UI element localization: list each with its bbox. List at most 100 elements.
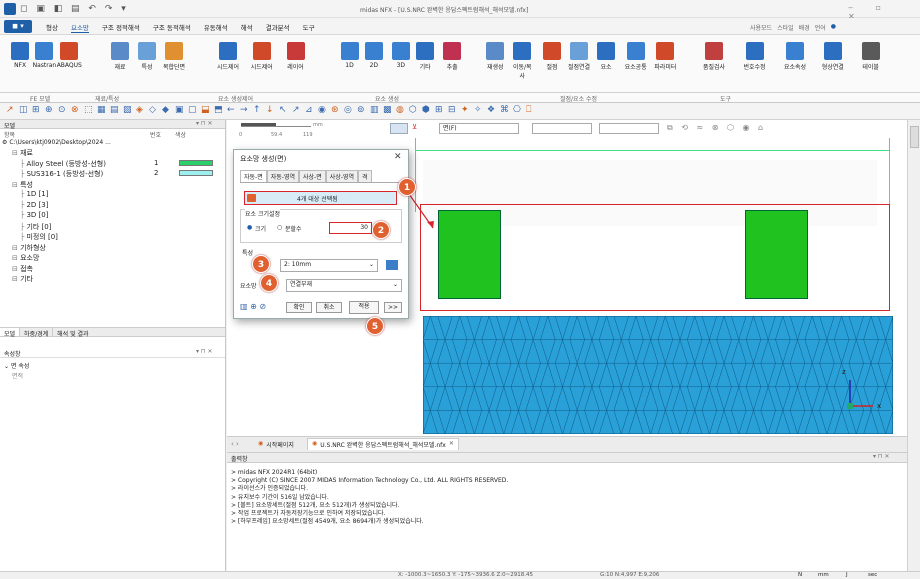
toolbar-icon-17[interactable]: ← — [227, 105, 235, 115]
select-tools-icons[interactable]: ⧉ ⟲ ≈ ⊗ ⬡ ◉ ⌂ — [667, 123, 766, 133]
toolbar-icon-13[interactable]: ▣ — [175, 105, 184, 115]
dialog-tab-4[interactable]: 격 — [357, 170, 372, 182]
dialog-tab-3[interactable]: 사상-영역 — [325, 170, 358, 182]
ribbon-button-16[interactable]: 절점 — [540, 40, 564, 71]
toolbar-icon-40[interactable]: ⎕ — [526, 105, 531, 115]
ribbon-button-14[interactable]: 재생성 — [483, 40, 507, 71]
green-block-left[interactable] — [438, 210, 501, 299]
ribbon-button-22[interactable]: 번호수정 — [743, 40, 767, 71]
toolbar-icon-19[interactable]: ↑ — [253, 105, 261, 115]
toolbar-icon-25[interactable]: ⊛ — [331, 105, 339, 115]
toolbar-icon-14[interactable]: ▢ — [188, 105, 197, 115]
ribbon-button-25[interactable]: 테이블 — [859, 40, 883, 71]
tree-item[interactable]: ⊟ 접촉 — [4, 264, 33, 274]
prop-combo[interactable]: 2: 10mm ⌄ — [280, 259, 378, 272]
dialog-tab-1[interactable]: 자동-영역 — [266, 170, 299, 182]
mesh-region[interactable] — [423, 316, 893, 434]
ribbon-button-0[interactable]: NFX — [8, 40, 32, 69]
tree-item[interactable]: ├ SUS316-1 (등방성-선형) — [4, 169, 103, 179]
quick-access-toolbar[interactable]: ◻ ▣ ◧ ▤ ↶ ↷ ▾ — [20, 4, 129, 14]
ribbon-button-8[interactable]: 레이어 — [284, 40, 308, 71]
toolbar-icon-39[interactable]: ⎔ — [513, 105, 521, 115]
radio-size[interactable]: ● — [247, 224, 252, 231]
toolbar-icon-24[interactable]: ◉ — [318, 105, 326, 115]
tree-item[interactable]: ⊟ 기하형상 — [4, 243, 46, 253]
toolbar-icon-18[interactable]: → — [240, 105, 248, 115]
tree-item[interactable]: ├ 1D [1] — [4, 190, 48, 198]
ribbon-button-2[interactable]: ABAQUS — [57, 40, 82, 69]
ribbon-button-15[interactable]: 이동/복사 — [510, 40, 534, 80]
apply-button[interactable]: 적용 — [349, 301, 379, 314]
toolbar-icon-35[interactable]: ✦ — [461, 105, 469, 115]
toolbar-icon-32[interactable]: ⬢ — [422, 105, 430, 115]
ribbon-button-7[interactable]: 시드제어 — [250, 40, 274, 71]
toolbar-icon-1[interactable]: ◫ — [19, 105, 28, 115]
menu-tab-7[interactable]: 도구 — [303, 22, 315, 33]
toolbar-icon-23[interactable]: ⊿ — [305, 105, 313, 115]
ribbon-button-12[interactable]: 기타 — [413, 40, 437, 71]
more-button[interactable]: >> — [384, 302, 402, 313]
material-color-swatch[interactable] — [179, 170, 213, 176]
help-icon[interactable]: ● — [831, 23, 836, 32]
props-controls-icon[interactable]: ▾ ⊓ ✕ — [196, 348, 213, 355]
unit-energy[interactable]: J — [846, 572, 848, 578]
mesh-name-combo[interactable]: 연결부재 ⌄ — [286, 279, 402, 292]
toolbar-icon-3[interactable]: ⊕ — [45, 105, 53, 115]
selection-button[interactable]: 4개 대상 선택됨 — [244, 191, 397, 205]
toolbar-icon-6[interactable]: ⬚ — [84, 105, 93, 115]
tab-loads[interactable]: 하중/경계 — [20, 328, 54, 338]
ribbon-button-6[interactable]: 시드제어 — [216, 40, 240, 71]
toolbar-icon-30[interactable]: ◍ — [396, 105, 404, 115]
ribbon-button-4[interactable]: 특성 — [135, 40, 159, 71]
green-block-right[interactable] — [745, 210, 808, 299]
ribbon-button-23[interactable]: 요소속성 — [783, 40, 807, 71]
toolbar-icon-27[interactable]: ⊚ — [357, 105, 365, 115]
cancel-button[interactable]: 취소 — [316, 302, 342, 313]
ribbon-button-19[interactable]: 요소공통 — [624, 40, 648, 71]
close-icon[interactable]: ✕ — [394, 152, 402, 162]
tab-analysis[interactable]: 해석 및 결과 — [53, 328, 92, 338]
ok-button[interactable]: 확인 — [286, 302, 312, 313]
toolbar-icon-20[interactable]: ↓ — [266, 105, 274, 115]
ribbon-button-10[interactable]: 2D — [362, 40, 386, 69]
toolbar-icon-4[interactable]: ⊙ — [58, 105, 66, 115]
filter-combo-3[interactable] — [599, 123, 659, 134]
toolbar-icon-0[interactable]: ↗ — [6, 105, 14, 115]
ribbon-button-18[interactable]: 요소 — [594, 40, 618, 71]
dialog-tab-2[interactable]: 사상-면 — [298, 170, 326, 182]
unit-force[interactable]: N — [798, 572, 802, 578]
tree-item[interactable]: ├ 미정의 [0] — [4, 232, 58, 242]
toolbar-icon-31[interactable]: ⬡ — [409, 105, 417, 115]
model-path[interactable]: ⚙ C:\Users\ktj0902\Desktop\2024 ... — [2, 139, 111, 146]
filter-combo-2[interactable] — [532, 123, 592, 134]
tab-nav-icon[interactable]: ‹ › — [231, 440, 239, 448]
toolbar-icon-29[interactable]: ▩ — [383, 105, 392, 115]
tree-item[interactable]: ├ 3D [0] — [4, 211, 48, 219]
panel-controls-icon[interactable]: ▾ ⊓ ✕ — [196, 120, 213, 127]
ribbon-button-21[interactable]: 품질검사 — [702, 40, 726, 71]
menu-tab-1[interactable]: 요소망 — [70, 22, 89, 33]
toolbar-icon-2[interactable]: ⊞ — [32, 105, 40, 115]
toolbar-icon-11[interactable]: ◇ — [149, 105, 156, 115]
toolbar-icon-8[interactable]: ▤ — [110, 105, 119, 115]
side-tab[interactable] — [910, 126, 919, 148]
menu-tab-2[interactable]: 구조 정적해석 — [102, 22, 140, 33]
radio-div[interactable]: ○ — [277, 224, 282, 231]
menu-tab-6[interactable]: 결과분석 — [266, 22, 290, 33]
toolbar-icon-37[interactable]: ❖ — [487, 105, 495, 115]
select-mode-icon[interactable] — [390, 123, 408, 134]
menu-tab-3[interactable]: 구조 동적해석 — [153, 22, 191, 33]
file-menu-button[interactable]: ◼ ▾ — [4, 20, 32, 33]
ribbon-button-3[interactable]: 재료 — [108, 40, 132, 71]
filter-icon[interactable]: ⊻ — [412, 123, 417, 131]
tab-model-file[interactable]: ◉ U.S.NRC 완벽한 응답스펙트럼해석_해석모델.nfx ✕ — [307, 438, 459, 450]
ribbon-button-1[interactable]: Nastran — [32, 40, 56, 69]
tree-item[interactable]: ├ 기타 [0] — [4, 222, 51, 232]
property-icon[interactable] — [386, 260, 398, 270]
ribbon-button-5[interactable]: 복합단면 — [162, 40, 186, 71]
toolbar-icon-22[interactable]: ↗ — [292, 105, 300, 115]
tree-item[interactable]: ├ Alloy Steel (등방성-선형) — [4, 159, 106, 169]
ribbon-button-11[interactable]: 3D — [389, 40, 413, 69]
toolbar-icon-21[interactable]: ↖ — [279, 105, 287, 115]
ribbon-button-24[interactable]: 형상연결 — [821, 40, 845, 71]
